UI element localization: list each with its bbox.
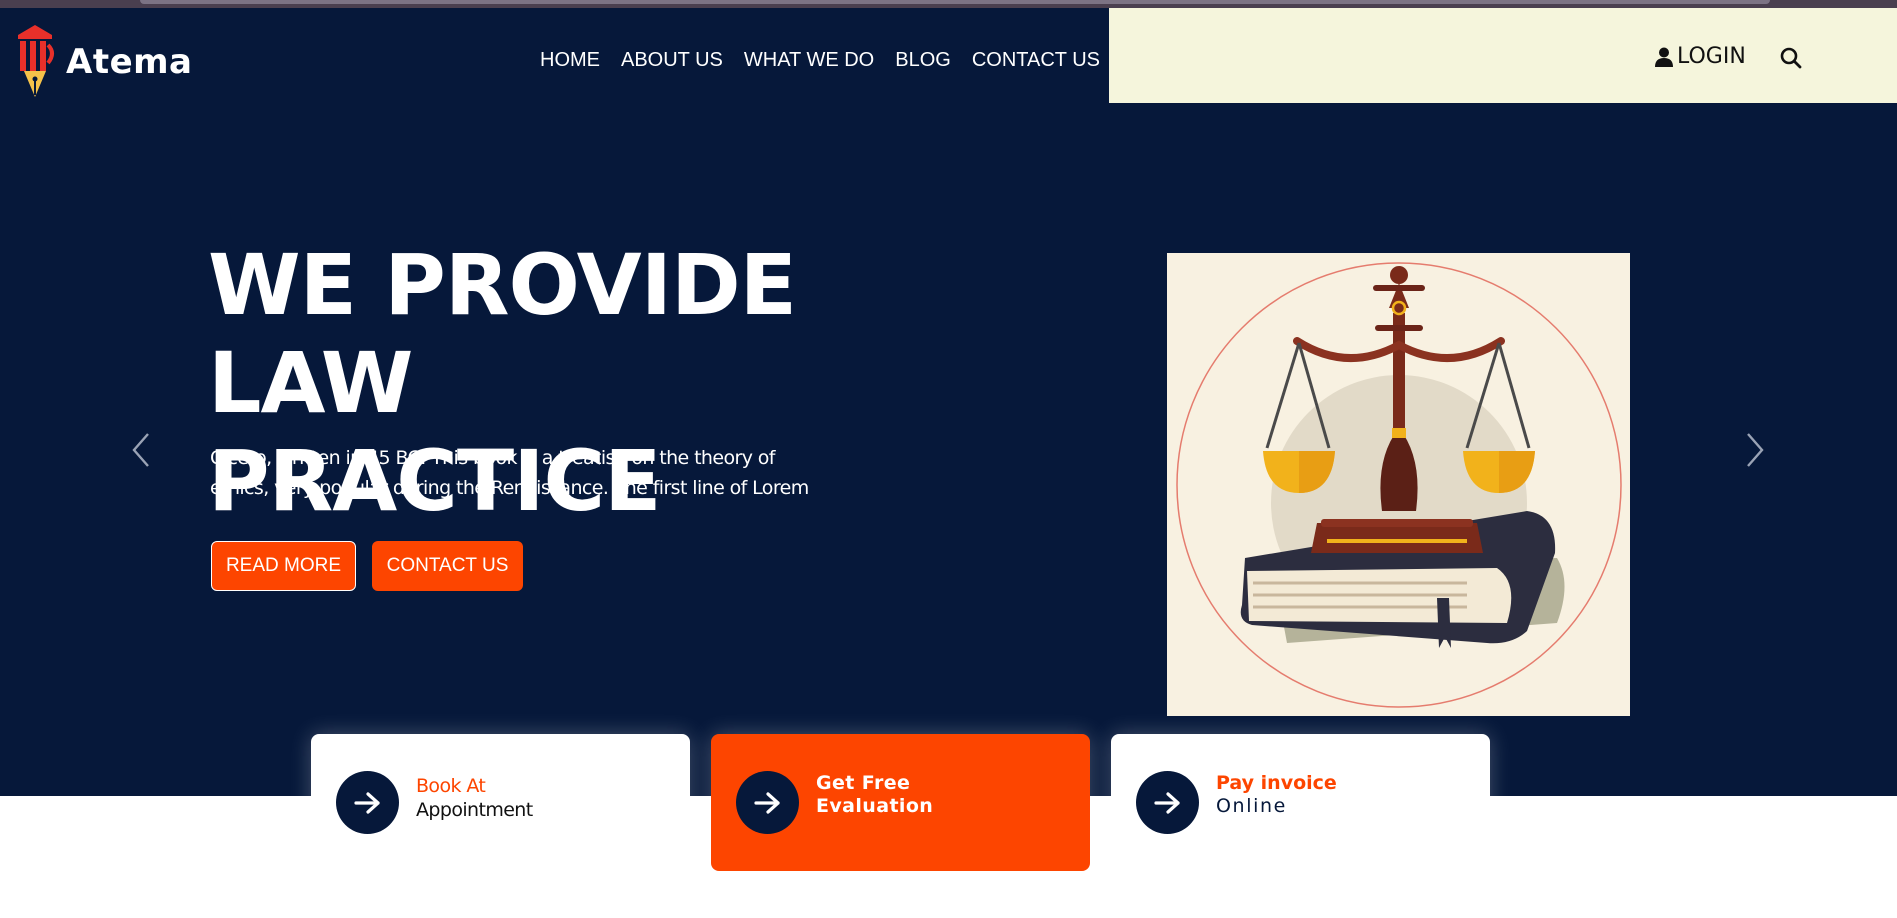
card-circle <box>1136 771 1199 834</box>
scroll-track <box>140 0 1770 4</box>
card-subtitle: Appointment <box>416 799 533 821</box>
user-icon <box>1655 47 1673 67</box>
hero-desc-line1: Cicero, written in 45 BC. This book is a… <box>210 447 776 469</box>
chevron-right-icon[interactable] <box>1744 432 1766 468</box>
nav-about-us[interactable]: ABOUT US <box>621 49 723 72</box>
arrow-right-icon <box>1153 791 1180 814</box>
nav-contact-us[interactable]: CONTACT US <box>972 49 1100 72</box>
arrow-right-icon <box>353 791 380 814</box>
nav-what-we-do[interactable]: WHAT WE DO <box>744 49 874 72</box>
chevron-left-icon[interactable] <box>130 432 152 468</box>
card-free-evaluation[interactable]: Get Free Evaluation <box>711 734 1090 871</box>
card-subtitle: Online <box>1216 795 1287 817</box>
hero-desc-line2: ethics, very popular during the Renaissa… <box>210 477 809 499</box>
card-subtitle: Evaluation <box>816 795 934 817</box>
hero-description: Cicero, written in 45 BC. This book is a… <box>210 443 850 503</box>
search-icon[interactable] <box>1779 46 1803 70</box>
login-label: LOGIN <box>1677 44 1746 69</box>
card-title: Get Free <box>816 772 911 794</box>
hero-title-line1: WE PROVIDE LAW <box>208 236 797 432</box>
card-pay-invoice[interactable]: Pay invoice Online <box>1111 734 1490 854</box>
page: Atema HOME ABOUT US WHAT WE DO BLOG CONT… <box>0 0 1897 918</box>
login-link[interactable]: LOGIN <box>1655 44 1746 69</box>
browser-top-strip <box>0 0 1897 8</box>
brand-name: Atema <box>66 42 193 82</box>
card-label: Pay invoice Online <box>1216 772 1337 818</box>
card-book-appointment[interactable]: Book At Appointment <box>311 734 690 854</box>
card-label: Get Free Evaluation <box>816 772 933 818</box>
card-title: Pay invoice <box>1216 772 1337 794</box>
card-circle <box>336 771 399 834</box>
card-circle <box>736 771 799 834</box>
main-nav: HOME ABOUT US WHAT WE DO BLOG CONTACT US <box>540 49 1121 72</box>
contact-us-button[interactable]: CONTACT US <box>372 541 523 591</box>
nav-blog[interactable]: BLOG <box>895 49 951 72</box>
scales-of-justice-icon <box>1176 262 1622 708</box>
card-label: Book At Appointment <box>416 774 533 822</box>
read-more-button[interactable]: READ MORE <box>211 541 356 591</box>
card-title: Book At <box>416 775 486 797</box>
arrow-right-icon <box>753 791 780 814</box>
pillar-pen-icon <box>18 25 54 97</box>
hero-illustration <box>1167 253 1630 716</box>
site-logo[interactable]: Atema <box>12 22 212 102</box>
nav-home[interactable]: HOME <box>540 49 600 72</box>
